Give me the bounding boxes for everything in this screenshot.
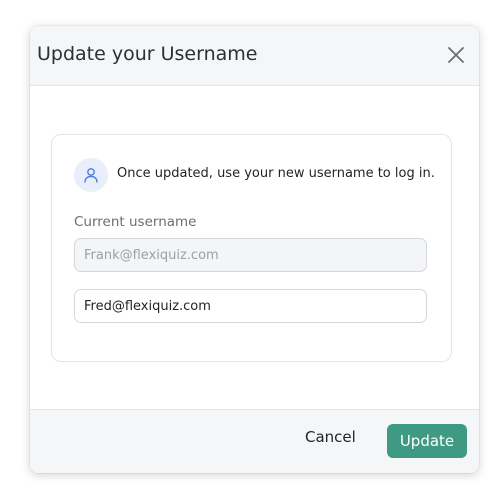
close-button[interactable] — [444, 43, 468, 67]
user-icon-badge — [74, 158, 108, 192]
dialog-header: Update your Username — [30, 26, 479, 86]
username-card: Once updated, use your new username to l… — [51, 134, 452, 362]
update-button[interactable]: Update — [387, 424, 467, 458]
new-username-field[interactable] — [74, 289, 427, 323]
notice-text: Once updated, use your new username to l… — [117, 166, 435, 181]
current-username-label: Current username — [74, 214, 197, 230]
cancel-button[interactable]: Cancel — [305, 428, 356, 446]
dialog-title: Update your Username — [37, 43, 258, 65]
update-username-dialog: Update your Username Once updated, use y… — [30, 26, 479, 473]
user-icon — [84, 168, 98, 183]
dialog-footer: Cancel Update — [30, 409, 479, 473]
close-icon — [448, 47, 464, 63]
dialog-body: Once updated, use your new username to l… — [30, 86, 479, 409]
current-username-field — [74, 238, 427, 272]
